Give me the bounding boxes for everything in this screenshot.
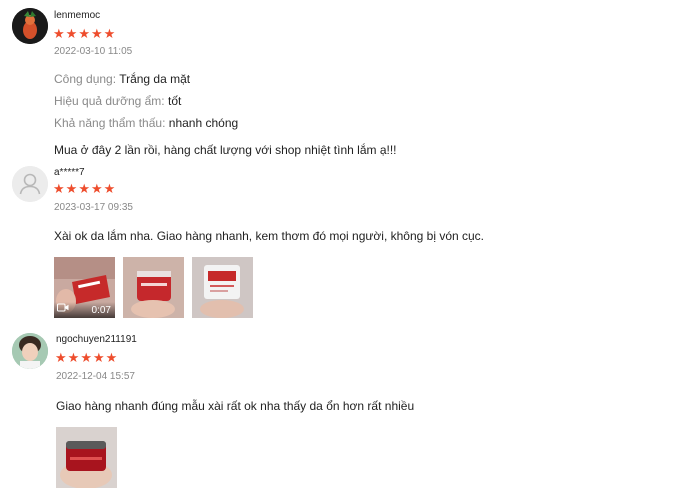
reviewer-username: ngochuyen211191 — [56, 334, 137, 345]
rating-stars: ★ ★ ★ ★ ★ — [55, 351, 117, 364]
review-image-thumbnail[interactable] — [56, 427, 117, 488]
star-icon: ★ — [53, 181, 65, 196]
review-item: lenmemoc ★ ★ ★ ★ ★ 2022-03-10 11:05 Công… — [0, 0, 700, 160]
attribute-label: Hiệu quả dưỡng ẩm: — [54, 94, 165, 108]
avatar-photo — [12, 8, 48, 44]
review-comment: Mua ở đây 2 lần rồi, hàng chất lượng với… — [54, 143, 397, 157]
review-comment: Xài ok da lắm nha. Giao hàng nhanh, kem … — [54, 229, 485, 243]
review-image-thumbnail[interactable] — [123, 257, 184, 318]
attribute-row: Khả năng thẩm thấu: nhanh chóng — [54, 116, 238, 130]
star-icon: ★ — [105, 350, 118, 365]
star-icon: ★ — [92, 350, 105, 365]
product-photo — [56, 427, 117, 488]
star-icon: ★ — [90, 26, 103, 41]
star-icon: ★ — [103, 181, 116, 196]
reviewer-username: lenmemoc — [54, 10, 101, 21]
product-photo — [123, 257, 184, 318]
attribute-label: Khả năng thẩm thấu: — [54, 116, 166, 130]
attribute-row: Hiệu quả dưỡng ẩm: tốt — [54, 94, 181, 108]
rating-stars: ★ ★ ★ ★ ★ — [53, 27, 115, 40]
star-icon: ★ — [78, 26, 90, 41]
star-icon: ★ — [53, 26, 65, 41]
review-video-thumbnail[interactable]: 0:07 — [54, 257, 115, 318]
review-date: 2022-03-10 11:05 — [54, 46, 133, 57]
camera-icon — [57, 303, 69, 315]
star-icon: ★ — [67, 350, 80, 365]
avatar-photo — [12, 333, 48, 369]
star-icon: ★ — [90, 181, 103, 196]
star-icon: ★ — [65, 181, 78, 196]
review-item: ngochuyen211191 ★ ★ ★ ★ ★ 2022-12-04 15:… — [0, 325, 700, 500]
product-photo — [192, 257, 253, 318]
review-comment: Giao hàng nhanh đúng mẫu xài rất ok nha … — [56, 399, 415, 413]
review-item: a*****7 ★ ★ ★ ★ ★ 2023-03-17 09:35 Xài o… — [0, 160, 700, 325]
avatar[interactable] — [12, 8, 48, 44]
reviewer-username: a*****7 — [54, 167, 85, 178]
attribute-value: tốt — [167, 94, 182, 108]
video-overlay: 0:07 — [54, 302, 115, 318]
review-image-thumbnail[interactable] — [192, 257, 253, 318]
attribute-label: Công dụng: — [54, 72, 117, 86]
avatar[interactable] — [12, 166, 48, 202]
attribute-value: Trắng da mặt — [119, 72, 191, 86]
star-icon: ★ — [80, 350, 92, 365]
attribute-row: Công dụng: Trắng da mặt — [54, 72, 190, 86]
user-icon — [12, 166, 48, 202]
avatar[interactable] — [12, 333, 48, 369]
star-icon: ★ — [55, 350, 67, 365]
star-icon: ★ — [103, 26, 116, 41]
attribute-value: nhanh chóng — [168, 116, 239, 130]
review-date: 2023-03-17 09:35 — [54, 202, 133, 213]
star-icon: ★ — [65, 26, 78, 41]
rating-stars: ★ ★ ★ ★ ★ — [53, 182, 115, 195]
review-date: 2022-12-04 15:57 — [56, 371, 135, 382]
video-duration: 0:07 — [91, 305, 111, 316]
star-icon: ★ — [78, 181, 90, 196]
